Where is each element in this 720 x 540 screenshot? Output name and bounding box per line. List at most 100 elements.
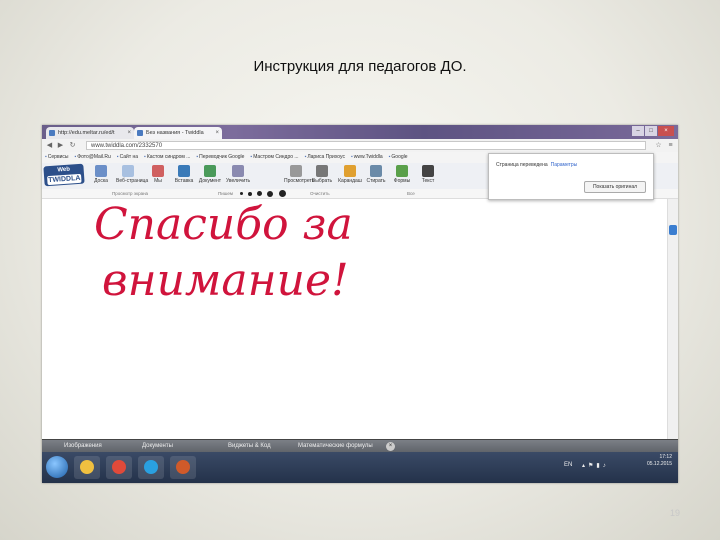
taskbar-app-explorer[interactable] [74, 456, 100, 479]
star-icon[interactable]: ☆ [654, 141, 663, 150]
back-icon[interactable]: ◀ [45, 141, 54, 150]
chat-icon[interactable] [669, 225, 677, 235]
popup-settings-link[interactable]: Параметры [551, 162, 578, 168]
tool-label: Мы [154, 178, 162, 184]
pen-size-3[interactable] [257, 191, 262, 196]
tool-button[interactable]: Выбрать [310, 165, 334, 184]
pen-size-5[interactable] [279, 190, 286, 197]
reload-icon[interactable]: ↻ [68, 141, 77, 150]
bookmark-item[interactable]: Google [389, 152, 407, 163]
tool-button[interactable]: Веб-страница [116, 165, 148, 184]
tool-icon [95, 165, 107, 177]
taskbar: EN ▴⚑▮♪ 17:12 05.12.2015 [42, 452, 678, 483]
bookmark-item[interactable]: www.Twiddla [351, 152, 383, 163]
bookmark-item[interactable]: Сайт на [117, 152, 138, 163]
show-original-button[interactable]: Показать оригинал [584, 181, 646, 193]
tool-label: Выбрать [311, 178, 333, 184]
tab-close-icon[interactable]: × [127, 127, 131, 139]
whiteboard-canvas[interactable]: Спасибо за внимание! [42, 199, 668, 439]
minimize-button[interactable]: – [632, 126, 644, 136]
handwriting-line-2: внимание! [102, 255, 349, 306]
tab-label: Без названия - Twiddla [146, 130, 204, 136]
tool-icon [370, 165, 382, 177]
tool-button[interactable]: Карандаш [338, 165, 362, 184]
language-indicator[interactable]: EN [564, 462, 572, 468]
url-input[interactable]: www.twiddla.com/2332570 [86, 141, 646, 150]
tool-icon [422, 165, 434, 177]
tool-label: Веб-страница [116, 178, 149, 184]
bookmark-item[interactable]: Фото@Mail.Ru [75, 152, 111, 163]
bottom-panel: Изображения Документы Виджеты & Код Мате… [42, 439, 678, 453]
tool-icon [204, 165, 216, 177]
taskbar-app-skype[interactable] [138, 456, 164, 479]
clock-time: 17:12 [659, 454, 672, 460]
screenshot: http://edu.meltar.ru/ed/t × Без названия… [42, 125, 678, 483]
menu-icon[interactable]: ≡ [666, 141, 675, 150]
skype-icon [144, 460, 158, 474]
tool-icon [122, 165, 134, 177]
tool-button[interactable]: Доска [89, 165, 113, 184]
bookmark-item[interactable]: Мастром Синдро ... [250, 152, 298, 163]
tool-label: Текст [421, 178, 435, 184]
tab-label: http://edu.meltar.ru/ed/t [58, 130, 115, 136]
tool-label: Карандаш [338, 178, 362, 184]
browser-tab-1[interactable]: http://edu.meltar.ru/ed/t × [46, 127, 134, 139]
tool-icon [178, 165, 190, 177]
browser-titlebar: http://edu.meltar.ru/ed/t × Без названия… [42, 125, 678, 139]
tool-icon [316, 165, 328, 177]
tool-label: Стирать [366, 178, 386, 184]
tool-label: Вставка [174, 178, 194, 184]
tool-icon [232, 165, 244, 177]
taskbar-app-chrome[interactable] [106, 456, 132, 479]
close-icon[interactable]: × [386, 442, 395, 451]
tab-favicon-icon [137, 130, 143, 136]
clear-label[interactable]: Очистить [310, 189, 330, 198]
tool-button[interactable]: Просмотреть [284, 165, 314, 184]
tab-favicon-icon [49, 130, 55, 136]
vertical-scrollbar[interactable] [667, 199, 678, 439]
bookmark-item[interactable]: Переводчик Google [196, 152, 244, 163]
pen-size-4[interactable] [267, 190, 273, 197]
forward-icon[interactable]: ▶ [56, 141, 65, 150]
powerpoint-icon [176, 460, 190, 474]
close-window-button[interactable]: × [658, 126, 674, 136]
screen-view-label[interactable]: Просмотр экрана [112, 189, 148, 198]
handwriting: Спасибо за внимание! [94, 199, 353, 306]
handwriting-line-1: Спасибо за [94, 199, 353, 250]
pen-size-2[interactable] [248, 191, 252, 196]
tool-label: Доска [94, 178, 108, 184]
popup-text: Страница переведена Параметры [496, 162, 577, 168]
logo-top-text: Web [57, 166, 71, 174]
tool-icon [152, 165, 164, 177]
chrome-icon [112, 460, 126, 474]
tool-button[interactable]: Увеличить [226, 165, 250, 184]
slide-number: 19 [669, 508, 680, 518]
tool-button[interactable]: Текст [416, 165, 440, 184]
all-label[interactable]: Все [407, 189, 415, 198]
maximize-button[interactable]: □ [645, 126, 657, 136]
explorer-icon [80, 460, 94, 474]
bookmark-item[interactable]: Кастом синдром ... [144, 152, 191, 163]
tool-icon [344, 165, 356, 177]
window-controls: – □ × [632, 126, 674, 137]
tool-button[interactable]: Стирать [364, 165, 388, 184]
pen-size-1[interactable] [240, 192, 243, 195]
tool-button[interactable]: Формы [390, 165, 414, 184]
tab-close-icon[interactable]: × [215, 127, 219, 139]
twiddla-logo: Web TWIDDLA [43, 163, 85, 187]
bookmark-item[interactable]: Лариса Прихоус [305, 152, 345, 163]
address-bar: ◀ ▶ ↻ www.twiddla.com/2332570 ☆ ≡ [42, 139, 678, 153]
start-button[interactable] [46, 456, 68, 478]
pen-label[interactable]: Пишем [218, 189, 233, 198]
browser-tab-2[interactable]: Без названия - Twiddla × [134, 127, 222, 139]
tray-icons[interactable]: ▴⚑▮♪ [582, 462, 609, 469]
clock[interactable]: 17:12 05.12.2015 [647, 454, 672, 468]
logo-bottom-text: TWIDDLA [47, 173, 82, 186]
bookmark-item[interactable]: Сервисы [45, 152, 69, 163]
taskbar-app-powerpoint[interactable] [170, 456, 196, 479]
popup-message: Страница переведена [496, 162, 548, 168]
tool-button[interactable]: Документ [198, 165, 222, 184]
tool-button[interactable]: Вставка [172, 165, 196, 184]
tool-button[interactable]: Мы [146, 165, 170, 184]
slide-title: Инструкция для педагогов ДО. [253, 58, 467, 75]
